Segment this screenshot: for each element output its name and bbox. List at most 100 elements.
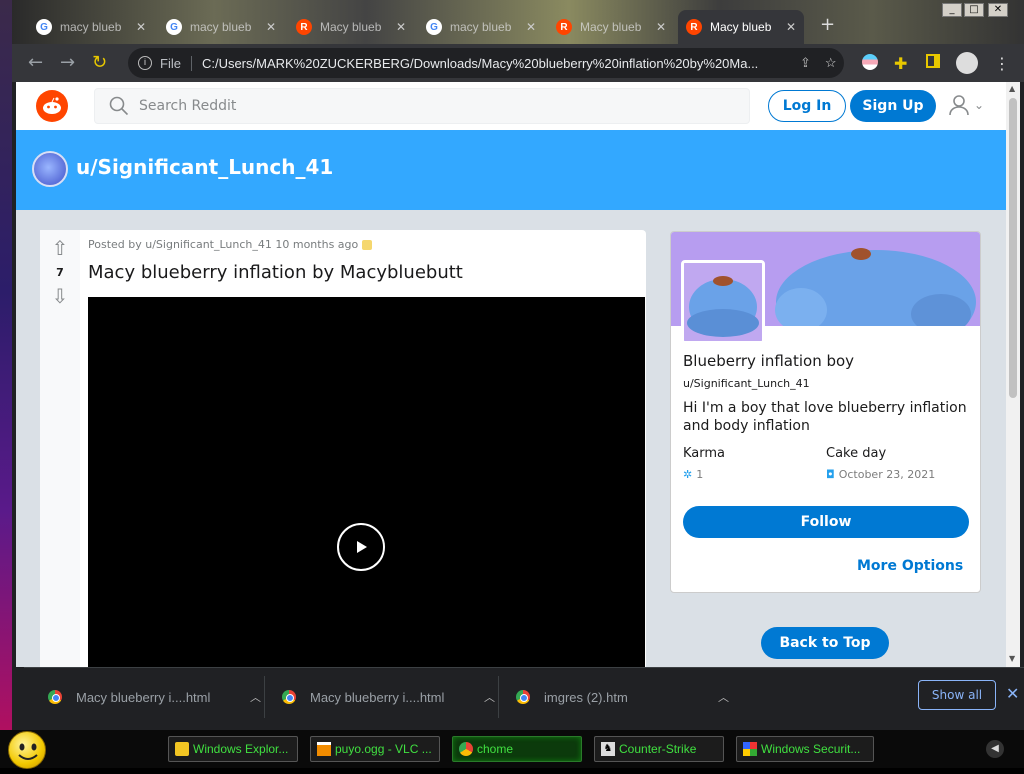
cakeday-value: October 23, 2021 — [838, 468, 936, 481]
taskbar-item-chrome[interactable]: chome — [452, 736, 582, 762]
follow-button[interactable]: Follow — [683, 506, 969, 538]
tab-title: macy blueb — [190, 20, 252, 34]
play-icon — [357, 541, 367, 553]
share-icon[interactable]: ⇪ — [800, 55, 811, 71]
menu-kebab-icon[interactable]: ⋮ — [994, 54, 1010, 73]
more-options-button[interactable]: More Options — [857, 558, 963, 574]
chevron-up-icon[interactable]: ︿ — [484, 689, 495, 705]
reddit-header: Search Reddit Log In Sign Up ⌄ — [16, 82, 1006, 130]
address-bar[interactable]: i File C:/Users/MARK%20ZUCKERBERG/Downlo… — [128, 48, 844, 78]
taskbar-item-explorer[interactable]: Windows Explor... — [168, 736, 298, 762]
close-download-shelf-icon[interactable]: ✕ — [1006, 684, 1019, 703]
download-filename: imgres (2).htm — [544, 689, 628, 705]
tab-1[interactable]: G macy blueb ✕ — [28, 10, 154, 44]
reload-icon[interactable]: ↻ — [92, 53, 107, 73]
profile-display-name: Blueberry inflation boy — [683, 352, 855, 370]
user-dropdown[interactable]: ⌄ — [948, 94, 984, 116]
tab-title: Macy blueb — [580, 20, 642, 34]
karma-value: 1 — [696, 468, 704, 481]
taskbar-item-label: Windows Explor... — [193, 742, 289, 756]
profile-username: u/Significant_Lunch_41 — [683, 377, 810, 390]
karma-label: Karma — [683, 446, 726, 461]
search-placeholder: Search Reddit — [139, 98, 237, 114]
tab-close-icon[interactable]: ✕ — [396, 20, 406, 34]
vlc-cone-icon — [317, 742, 331, 756]
speaker-icon[interactable]: ◀ — [986, 740, 1004, 758]
scroll-down-icon[interactable]: ▼ — [1009, 654, 1015, 663]
new-tab-button[interactable]: + — [820, 14, 835, 35]
tab-strip: G macy blueb ✕ G macy blueb ✕ R Macy blu… — [12, 0, 1024, 44]
tab-6-active[interactable]: R Macy blueb ✕ — [678, 10, 804, 44]
taskbar-item-label: puyo.ogg - VLC ... — [335, 742, 432, 756]
tab-close-icon[interactable]: ✕ — [136, 20, 146, 34]
user-icon — [949, 95, 969, 116]
desktop: G macy blueb ✕ G macy blueb ✕ R Macy blu… — [0, 0, 1024, 769]
minimize-button[interactable]: _ — [942, 3, 962, 17]
tab-title: macy blueb — [450, 20, 512, 34]
tab-title: Macy blueb — [710, 20, 772, 34]
taskbar-item-counter-strike[interactable]: ♞ Counter-Strike — [594, 736, 724, 762]
forward-arrow-icon[interactable]: → — [60, 53, 75, 73]
award-icon — [362, 239, 373, 250]
post-title[interactable]: Macy blueberry inflation by Macybluebutt — [88, 262, 463, 283]
tab-close-icon[interactable]: ✕ — [526, 20, 536, 34]
downvote-icon[interactable]: ⇩ — [50, 286, 70, 306]
scroll-thumb[interactable] — [1009, 98, 1017, 398]
google-favicon-icon: G — [36, 19, 52, 35]
download-item[interactable]: Macy blueberry i....html ︿ — [48, 682, 261, 712]
maximize-button[interactable]: □ — [964, 3, 984, 17]
page-viewport: Search Reddit Log In Sign Up ⌄ u/Signifi… — [16, 82, 1020, 667]
chrome-icon — [516, 690, 530, 704]
back-to-top-button[interactable]: Back to Top — [761, 627, 889, 659]
tab-close-icon[interactable]: ✕ — [656, 20, 666, 34]
taskbar-item-windows-security[interactable]: Windows Securit... — [736, 736, 874, 762]
chevron-up-icon[interactable]: ︿ — [718, 689, 729, 705]
page-scrollbar[interactable]: ▲ ▼ — [1006, 82, 1020, 667]
tab-4[interactable]: G macy blueb ✕ — [418, 10, 544, 44]
tab-close-icon[interactable]: ✕ — [266, 20, 276, 34]
login-button[interactable]: Log In — [768, 90, 846, 122]
show-all-downloads-button[interactable]: Show all — [918, 680, 996, 710]
chevron-down-icon: ⌄ — [974, 98, 985, 112]
url-text[interactable]: C:/Users/MARK%20ZUCKERBERG/Downloads/Mac… — [202, 56, 792, 71]
start-button-smiley-icon[interactable] — [8, 731, 46, 769]
profile-avatar[interactable] — [32, 151, 68, 187]
download-item[interactable]: Macy blueberry i....html ︿ — [282, 682, 495, 712]
tab-2[interactable]: G macy blueb ✕ — [158, 10, 284, 44]
side-panel-icon[interactable] — [926, 54, 940, 68]
reddit-favicon-icon: R — [296, 19, 312, 35]
play-button[interactable] — [337, 523, 385, 571]
taskbar-item-label: Counter-Strike — [619, 742, 697, 756]
taskbar-item-vlc[interactable]: puyo.ogg - VLC ... — [310, 736, 440, 762]
cakeday-label: Cake day — [826, 446, 887, 461]
scroll-up-icon[interactable]: ▲ — [1009, 84, 1015, 93]
tab-5[interactable]: R Macy blueb ✕ — [548, 10, 674, 44]
reddit-logo-icon[interactable] — [36, 90, 68, 122]
extensions-puzzle-icon[interactable]: ✚ — [894, 54, 907, 73]
profile-bio: Hi I'm a boy that love blueberry inflati… — [683, 400, 967, 434]
download-item[interactable]: imgres (2).htm ︿ — [516, 682, 729, 712]
profile-sidebar-card: Blueberry inflation boy u/Significant_Lu… — [670, 231, 981, 593]
search-input[interactable]: Search Reddit — [94, 88, 750, 124]
video-player[interactable] — [88, 297, 645, 667]
signup-button[interactable]: Sign Up — [850, 90, 936, 122]
tab-3[interactable]: R Macy blueb ✕ — [288, 10, 414, 44]
cake-icon: ◘ — [826, 468, 835, 481]
back-arrow-icon[interactable]: ← — [28, 53, 43, 73]
search-icon — [109, 96, 129, 116]
post-meta: Posted by u/Significant_Lunch_41 10 mont… — [88, 238, 373, 251]
vote-count: 7 — [56, 266, 64, 279]
google-favicon-icon: G — [426, 19, 442, 35]
download-filename: Macy blueberry i....html — [310, 689, 445, 705]
upvote-icon[interactable]: ⇧ — [50, 238, 70, 258]
info-icon[interactable]: i — [138, 56, 152, 70]
bookmark-star-icon[interactable]: ☆ — [825, 55, 837, 71]
cakeday-value-row: ◘ October 23, 2021 — [826, 468, 935, 481]
account-avatar-icon[interactable] — [956, 52, 978, 74]
profile-flag-icon[interactable] — [862, 54, 878, 70]
tab-close-icon[interactable]: ✕ — [786, 20, 796, 34]
taskbar-item-label: chome — [477, 742, 514, 756]
profile-avatar-large[interactable] — [681, 260, 765, 344]
close-window-button[interactable]: ✕ — [988, 3, 1008, 17]
chevron-up-icon[interactable]: ︿ — [250, 689, 261, 705]
